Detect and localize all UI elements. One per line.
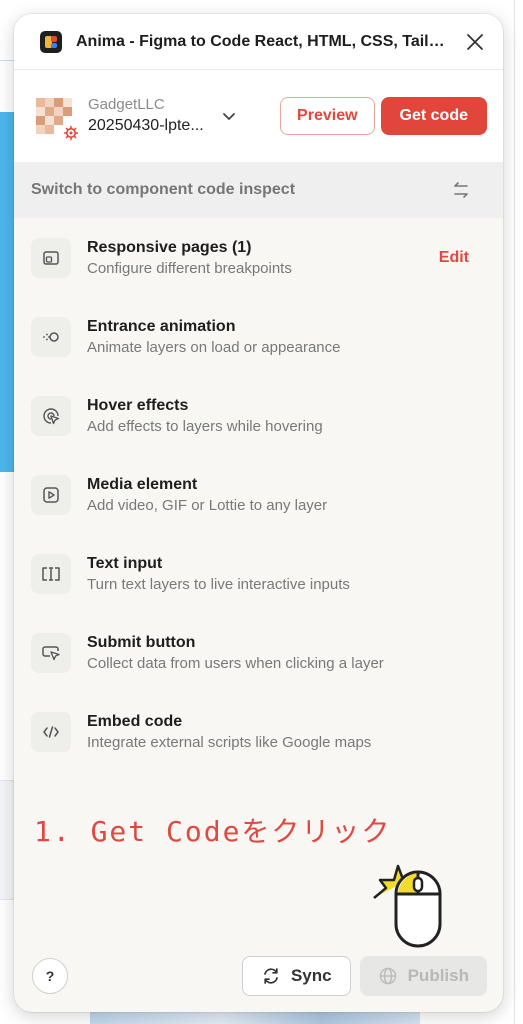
edit-link[interactable]: Edit (439, 249, 469, 267)
feature-description: Turn text layers to live interactive inp… (87, 575, 350, 593)
feature-title: Entrance animation (87, 317, 236, 335)
instruction-annotation: 1. Get Codeをクリック (34, 815, 392, 848)
feature-title: Submit button (87, 633, 196, 651)
mouse-click-icon (373, 864, 442, 948)
feature-title: Hover effects (87, 396, 189, 414)
feature-embed-code[interactable]: Embed code Integrate external scripts li… (14, 692, 503, 771)
feature-title: Text input (87, 554, 163, 572)
code-icon (31, 711, 71, 752)
team-name: GadgetLLC (88, 96, 165, 113)
hover-cursor-icon (31, 395, 71, 436)
background-scrollbar-track (514, 0, 515, 1024)
text-input-icon (31, 553, 71, 594)
feature-hover-effects[interactable]: Hover effects Add effects to layers whil… (14, 376, 503, 455)
window-title: Anima - Figma to Code React, HTML, CSS, … (76, 32, 453, 50)
publish-label: Publish (407, 966, 469, 985)
animation-icon (31, 316, 71, 357)
feature-description: Add effects to layers while hovering (87, 417, 323, 435)
swap-arrows-icon[interactable] (449, 178, 473, 202)
close-icon (467, 33, 483, 50)
background-card (0, 780, 14, 900)
team-avatar (32, 94, 80, 142)
play-icon (31, 474, 71, 515)
feature-description: Add video, GIF or Lottie to any layer (87, 496, 328, 514)
feature-description: Configure different breakpoints (87, 259, 292, 277)
publish-button[interactable]: Publish (359, 956, 487, 996)
help-button[interactable]: ? (32, 958, 68, 994)
feature-responsive-pages[interactable]: Responsive pages (1) Configure different… (14, 218, 503, 297)
feature-submit-button[interactable]: Submit button Collect data from users wh… (14, 613, 503, 692)
project-name: 20250430-lpte... (88, 117, 204, 134)
feature-title: Media element (87, 475, 198, 493)
feature-description: Animate layers on load or appearance (87, 338, 341, 356)
sync-button[interactable]: Sync (241, 956, 351, 996)
feature-description: Collect data from users when clicking a … (87, 654, 384, 672)
background-canvas-strip (0, 112, 14, 472)
team-project-row: GadgetLLC 20250430-lpte... Preview Get c… (14, 70, 503, 162)
preview-button[interactable]: Preview (280, 97, 375, 135)
feature-title: Embed code (87, 712, 183, 730)
feature-entrance-animation[interactable]: Entrance animation Animate layers on loa… (14, 297, 503, 376)
title-bar: Anima - Figma to Code React, HTML, CSS, … (14, 14, 503, 70)
feature-title: Responsive pages (1) (87, 238, 252, 256)
feature-description: Integrate external scripts like Google m… (87, 733, 372, 751)
switch-mode-bar[interactable]: Switch to component code inspect (14, 162, 503, 218)
plugin-panel: Anima - Figma to Code React, HTML, CSS, … (14, 14, 503, 1012)
project-selector[interactable]: GadgetLLC 20250430-lpte... (88, 95, 280, 137)
sync-icon (264, 968, 278, 984)
close-button[interactable] (463, 30, 487, 54)
feature-media-element[interactable]: Media element Add video, GIF or Lottie t… (14, 455, 503, 534)
sync-label: Sync (290, 966, 332, 985)
submit-cursor-icon (31, 632, 71, 673)
responsive-icon (31, 237, 71, 278)
background-divider (0, 60, 14, 61)
gear-icon (62, 124, 80, 142)
chevron-down-icon (222, 113, 235, 120)
feature-list: Responsive pages (1) Configure different… (14, 218, 503, 771)
get-code-button[interactable]: Get code (380, 97, 487, 135)
feature-text-input[interactable]: Text input Turn text layers to live inte… (14, 534, 503, 613)
switch-mode-label: Switch to component code inspect (31, 181, 296, 198)
globe-icon (379, 967, 396, 985)
footer-bar: ? Sync Publish (14, 940, 503, 1012)
anima-logo (40, 30, 62, 53)
